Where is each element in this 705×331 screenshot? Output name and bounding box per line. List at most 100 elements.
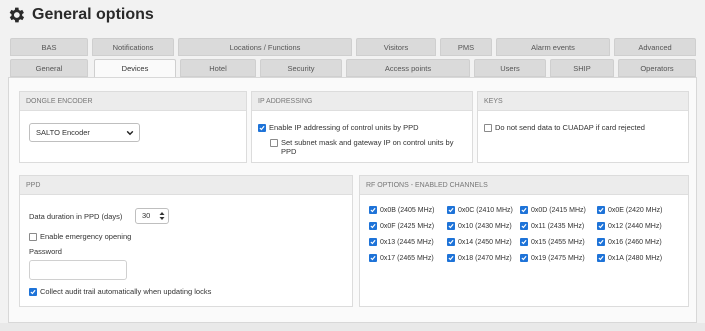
checkmark-icon	[521, 239, 527, 245]
ip-addressing-panel: IP ADDRESSING Enable IP addressing of co…	[251, 91, 473, 163]
checkmark-icon	[448, 255, 454, 261]
password-input[interactable]	[29, 260, 127, 280]
subnet-mask-checkbox[interactable]	[270, 139, 278, 147]
rf-channel-label: 0x17 (2465 MHz)	[380, 254, 434, 262]
chevron-down-icon	[126, 130, 134, 136]
panel-heading: RF OPTIONS - ENABLED CHANNELS	[360, 176, 688, 195]
emergency-opening-row[interactable]: Enable emergency opening	[29, 232, 131, 241]
rf-channel-label: 0x12 (2440 MHz)	[608, 222, 662, 230]
cuadap-checkbox[interactable]	[484, 124, 492, 132]
tab-access-points[interactable]: Access points	[346, 59, 470, 77]
checkmark-icon	[370, 207, 376, 213]
emergency-opening-checkbox[interactable]	[29, 233, 37, 241]
checkbox-label: Do not send data to CUADAP if card rejec…	[495, 123, 645, 132]
rf-channel-item[interactable]: 0x0E (2420 MHz)	[597, 206, 662, 214]
select-value: SALTO Encoder	[36, 128, 90, 137]
rf-channel-checkbox[interactable]	[520, 222, 528, 230]
tab-devices[interactable]: Devices	[94, 59, 176, 78]
password-label: Password	[29, 247, 62, 256]
audit-trail-row[interactable]: Collect audit trail automatically when u…	[29, 287, 211, 296]
rf-channel-item[interactable]: 0x10 (2430 MHz)	[447, 222, 512, 230]
data-duration-label: Data duration in PPD (days)	[29, 212, 123, 221]
rf-channel-label: 0x0B (2405 MHz)	[380, 206, 435, 214]
checkmark-icon	[598, 223, 604, 229]
rf-channel-checkbox[interactable]	[447, 222, 455, 230]
checkbox-label: Enable emergency opening	[40, 232, 132, 241]
rf-channel-item[interactable]: 0x13 (2445 MHz)	[369, 238, 434, 246]
dongle-encoder-select[interactable]: SALTO Encoder	[29, 123, 140, 142]
tab-security[interactable]: Security	[260, 59, 342, 77]
checkmark-icon	[370, 255, 376, 261]
rf-channel-item[interactable]: 0x15 (2455 MHz)	[520, 238, 585, 246]
tab-alarm-events[interactable]: Alarm events	[496, 38, 610, 56]
rf-channel-item[interactable]: 0x18 (2470 MHz)	[447, 254, 512, 262]
audit-trail-checkbox[interactable]	[29, 288, 37, 296]
tab-locations-functions[interactable]: Locations / Functions	[178, 38, 352, 56]
rf-channel-checkbox[interactable]	[520, 206, 528, 214]
page-title: General options	[32, 6, 154, 23]
rf-channel-checkbox[interactable]	[447, 238, 455, 246]
rf-channel-checkbox[interactable]	[597, 254, 605, 262]
tab-users[interactable]: Users	[474, 59, 546, 77]
ppd-panel: PPD Data duration in PPD (days) 30 Enabl…	[19, 175, 353, 307]
keys-panel: KEYS Do not send data to CUADAP if card …	[477, 91, 689, 163]
rf-channel-item[interactable]: 0x0C (2410 MHz)	[447, 206, 513, 214]
rf-channel-checkbox[interactable]	[369, 254, 377, 262]
tab-pms[interactable]: PMS	[440, 38, 492, 56]
tab-notifications[interactable]: Notifications	[92, 38, 174, 56]
dongle-encoder-panel: DONGLE ENCODER SALTO Encoder	[19, 91, 247, 163]
gear-icon	[9, 7, 25, 23]
rf-channel-item[interactable]: 0x17 (2465 MHz)	[369, 254, 434, 262]
tab-advanced[interactable]: Advanced	[614, 38, 696, 56]
enable-ip-addressing-checkbox[interactable]	[258, 124, 266, 132]
rf-channel-item[interactable]: 0x0F (2425 MHz)	[369, 222, 434, 230]
spinner-arrows-icon[interactable]	[159, 211, 165, 221]
checkmark-icon	[521, 207, 527, 213]
subnet-mask-row[interactable]: Set subnet mask and gateway IP on contro…	[270, 138, 453, 156]
rf-channel-checkbox[interactable]	[369, 238, 377, 246]
rf-channel-label: 0x11 (2435 MHz)	[531, 222, 585, 230]
rf-channel-item[interactable]: 0x12 (2440 MHz)	[597, 222, 662, 230]
rf-channel-label: 0x1A (2480 MHz)	[608, 254, 663, 262]
rf-channel-label: 0x18 (2470 MHz)	[458, 254, 512, 262]
tab-bas[interactable]: BAS	[10, 38, 88, 56]
tab-visitors[interactable]: Visitors	[356, 38, 436, 56]
tab-ship[interactable]: SHIP	[550, 59, 614, 77]
data-duration-input[interactable]: 30	[135, 208, 169, 224]
rf-channel-label: 0x15 (2455 MHz)	[531, 238, 585, 246]
rf-channel-checkbox[interactable]	[447, 254, 455, 262]
rf-channel-item[interactable]: 0x11 (2435 MHz)	[520, 222, 584, 230]
rf-channel-label: 0x10 (2430 MHz)	[458, 222, 512, 230]
rf-channel-checkbox[interactable]	[369, 206, 377, 214]
rf-channel-item[interactable]: 0x0B (2405 MHz)	[369, 206, 434, 214]
checkmark-icon	[30, 289, 36, 295]
tab-hotel[interactable]: Hotel	[180, 59, 256, 77]
rf-channel-label: 0x0D (2415 MHz)	[531, 206, 586, 214]
rf-channel-checkbox[interactable]	[597, 206, 605, 214]
tab-general[interactable]: General	[10, 59, 88, 77]
rf-channel-item[interactable]: 0x1A (2480 MHz)	[597, 254, 662, 262]
panel-heading: PPD	[20, 176, 352, 195]
checkmark-icon	[448, 223, 454, 229]
checkmark-icon	[448, 239, 454, 245]
rf-channel-item[interactable]: 0x0D (2415 MHz)	[520, 206, 586, 214]
tab-operators[interactable]: Operators	[618, 59, 696, 77]
rf-channel-label: 0x16 (2460 MHz)	[608, 238, 662, 246]
rf-channel-item[interactable]: 0x14 (2450 MHz)	[447, 238, 512, 246]
rf-channel-checkbox[interactable]	[520, 254, 528, 262]
rf-channel-checkbox[interactable]	[597, 222, 605, 230]
rf-options-panel: RF OPTIONS - ENABLED CHANNELS 0x0B (2405…	[359, 175, 689, 307]
tab-bar-top: BAS Notifications Locations / Functions …	[0, 38, 705, 56]
input-value: 30	[142, 211, 151, 220]
rf-channel-checkbox[interactable]	[369, 222, 377, 230]
rf-channel-item[interactable]: 0x19 (2475 MHz)	[520, 254, 585, 262]
rf-channel-item[interactable]: 0x16 (2460 MHz)	[597, 238, 662, 246]
rf-channel-checkbox[interactable]	[447, 206, 455, 214]
enable-ip-addressing-row[interactable]: Enable IP addressing of control units by…	[258, 123, 419, 132]
rf-channel-checkbox[interactable]	[520, 238, 528, 246]
cuadap-row[interactable]: Do not send data to CUADAP if card rejec…	[484, 123, 645, 132]
rf-channel-label: 0x13 (2445 MHz)	[380, 238, 434, 246]
rf-channel-label: 0x0F (2425 MHz)	[380, 222, 435, 230]
checkmark-icon	[370, 239, 376, 245]
rf-channel-checkbox[interactable]	[597, 238, 605, 246]
